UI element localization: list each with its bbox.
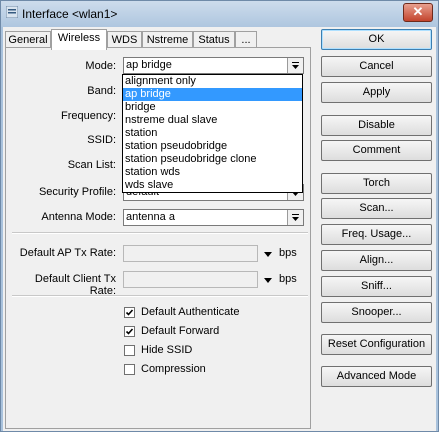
mode-option-bridge[interactable]: bridge — [123, 101, 302, 114]
default-client-tx-rate-dropdown-icon[interactable] — [264, 278, 272, 283]
advanced-mode-button[interactable]: Advanced Mode — [321, 366, 432, 387]
ok-button[interactable]: OK — [321, 29, 432, 50]
mode-label: Mode: — [85, 60, 116, 72]
default-client-tx-rate-input[interactable] — [123, 271, 258, 288]
window-title: Interface <wlan1> — [22, 7, 118, 21]
dropdown-arrow-icon — [292, 214, 299, 221]
sniff-button[interactable]: Sniff... — [321, 276, 432, 297]
hide-ssid-label: Hide SSID — [141, 344, 193, 356]
default-client-tx-rate-label: Default Client Tx Rate: — [34, 273, 116, 297]
dropdown-arrow-icon — [292, 62, 299, 69]
mode-option-wds-slave[interactable]: wds slave — [123, 179, 302, 192]
default-forward-checkbox[interactable] — [124, 326, 135, 337]
torch-button[interactable]: Torch — [321, 173, 432, 194]
default-client-tx-rate-unit: bps — [279, 273, 297, 285]
default-ap-tx-rate-input[interactable] — [123, 245, 258, 262]
compression-checkbox[interactable] — [124, 364, 135, 375]
mode-option-station-pseudobridge[interactable]: station pseudobridge — [123, 140, 302, 153]
band-label: Band: — [87, 85, 116, 97]
tab-general[interactable]: General — [5, 31, 51, 48]
checkmark-icon — [125, 328, 134, 335]
mode-value: ap bridge — [126, 59, 172, 71]
tab-wds[interactable]: WDS — [107, 31, 142, 48]
mode-dropdown-list[interactable]: alignment only ap bridge bridge nstreme … — [122, 74, 303, 193]
mode-option-ap-bridge[interactable]: ap bridge — [123, 88, 302, 101]
antenna-mode-select[interactable]: antenna a — [123, 209, 304, 226]
antenna-mode-value: antenna a — [126, 211, 175, 223]
align-button[interactable]: Align... — [321, 250, 432, 271]
window-client-area: General Wireless WDS Nstreme Status ... … — [3, 27, 436, 431]
tab-wireless[interactable]: Wireless — [51, 29, 107, 50]
title-bar[interactable]: Interface <wlan1> ✕ — [1, 1, 438, 27]
mode-option-station-wds[interactable]: station wds — [123, 166, 302, 179]
mode-option-station[interactable]: station — [123, 127, 302, 140]
comment-button[interactable]: Comment — [321, 140, 432, 161]
close-icon: ✕ — [412, 4, 424, 19]
default-authenticate-checkbox[interactable] — [124, 307, 135, 318]
cancel-button[interactable]: Cancel — [321, 56, 432, 77]
hide-ssid-checkbox[interactable] — [124, 345, 135, 356]
checkmark-icon — [125, 309, 134, 316]
section-divider — [12, 232, 308, 234]
default-ap-tx-rate-unit: bps — [279, 247, 297, 259]
scan-list-label: Scan List: — [67, 159, 116, 171]
section-divider — [12, 295, 308, 297]
security-profile-label: Security Profile: — [38, 186, 116, 198]
frequency-label: Frequency: — [60, 110, 116, 122]
antenna-mode-label: Antenna Mode: — [41, 211, 116, 223]
window-app-icon — [6, 6, 18, 18]
close-button[interactable]: ✕ — [403, 3, 433, 22]
tab-nstreme[interactable]: Nstreme — [142, 31, 193, 48]
default-ap-tx-rate-label: Default AP Tx Rate: — [19, 247, 116, 259]
scan-button[interactable]: Scan... — [321, 198, 432, 219]
mode-option-nstreme-dual-slave[interactable]: nstreme dual slave — [123, 114, 302, 127]
default-authenticate-label: Default Authenticate — [141, 306, 240, 318]
mode-select[interactable]: ap bridge — [123, 57, 304, 74]
disable-button[interactable]: Disable — [321, 115, 432, 136]
tab-status[interactable]: Status — [193, 31, 235, 48]
ssid-label: SSID: — [87, 134, 116, 146]
default-ap-tx-rate-dropdown-icon[interactable] — [264, 252, 272, 257]
freq-usage-button[interactable]: Freq. Usage... — [321, 224, 432, 245]
compression-label: Compression — [141, 363, 206, 375]
interface-window: Interface <wlan1> ✕ General Wireless WDS… — [0, 0, 439, 432]
mode-option-station-pseudobridge-clone[interactable]: station pseudobridge clone — [123, 153, 302, 166]
antenna-mode-dropdown-button[interactable] — [287, 210, 303, 225]
tab-more[interactable]: ... — [235, 31, 257, 48]
mode-option-alignment-only[interactable]: alignment only — [123, 75, 302, 88]
snooper-button[interactable]: Snooper... — [321, 302, 432, 323]
default-forward-label: Default Forward — [141, 325, 220, 337]
mode-dropdown-button[interactable] — [287, 58, 303, 73]
apply-button[interactable]: Apply — [321, 82, 432, 103]
reset-configuration-button[interactable]: Reset Configuration — [321, 334, 432, 355]
